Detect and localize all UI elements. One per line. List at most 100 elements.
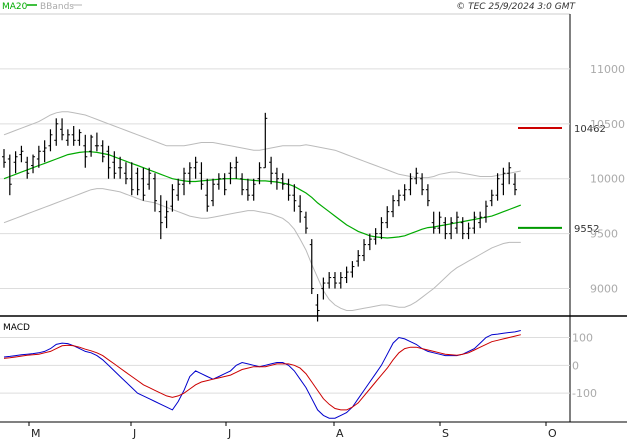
ohlc-bar [460, 217, 465, 240]
ohlc-bar [112, 151, 117, 179]
ohlc-bar [431, 211, 436, 234]
price-bars [2, 112, 517, 322]
ohlc-bar [298, 195, 303, 223]
ohlc-bar [396, 189, 401, 207]
ohlc-bar [245, 178, 250, 201]
ohlc-bar [31, 154, 36, 174]
x-tick-label: J [132, 427, 136, 440]
ohlc-bar [263, 112, 268, 169]
ohlc-bar [292, 184, 297, 212]
ohlc-bar [211, 178, 216, 207]
ohlc-bar [483, 200, 488, 223]
x-tick-label: O [548, 427, 557, 440]
ohlc-bar [222, 173, 227, 196]
ohlc-bar [466, 222, 471, 240]
ohlc-bar [332, 272, 337, 289]
ohlc-bar [65, 129, 70, 146]
ohlc-bar [234, 156, 239, 179]
ohlc-bar [216, 173, 221, 190]
ohlc-bar [280, 173, 285, 190]
credit-text: © TEC 25/9/2024 3:0 GMT [456, 2, 576, 12]
ohlc-bar [344, 266, 349, 284]
price-y-tick-label: 11000 [590, 63, 625, 76]
ohlc-bar [25, 156, 30, 179]
macd-title: MACD [3, 323, 30, 333]
ohlc-bar [77, 129, 82, 146]
ohlc-bar [94, 132, 99, 152]
ohlc-bar [54, 118, 59, 146]
signal-line [3, 334, 521, 411]
ohlc-bar [420, 173, 425, 196]
macd-lines [3, 330, 521, 419]
ohlc-bar [42, 140, 47, 163]
price-grid [0, 68, 570, 290]
price-y-tick-label: 9000 [590, 283, 618, 296]
ohlc-bar [338, 272, 343, 289]
ohlc-bar [193, 156, 198, 179]
ohlc-bar [2, 149, 6, 168]
ohlc-bar [443, 217, 448, 240]
ohlc-bar [391, 195, 396, 218]
ohlc-bar [176, 178, 181, 201]
legend-bbands: BBands [40, 2, 74, 12]
ohlc-bar [356, 250, 361, 267]
legend-ma20: MA20 [2, 2, 28, 12]
macd-y-axis: 100 0 -100 [572, 331, 597, 400]
chart-canvas: MA20 BBands © TEC 25/9/2024 3:0 GMT 1046… [0, 2, 627, 440]
ohlc-bar [199, 162, 204, 190]
ohlc-bar [240, 173, 245, 196]
ohlc-bar [402, 184, 407, 201]
ma20-line [3, 151, 522, 239]
ohlc-bar [135, 167, 140, 196]
macd-y-tick-label: 100 [572, 331, 593, 344]
ohlc-bar [89, 134, 94, 157]
ohlc-bar [513, 173, 517, 196]
x-axis: MJJASO [28, 422, 557, 440]
ohlc-bar [379, 217, 384, 240]
ohlc-bar [327, 272, 332, 289]
macd-grid [0, 336, 570, 394]
ohlc-bar [19, 145, 24, 163]
ohlc-bar [251, 178, 256, 201]
macd-y-tick-label: -100 [572, 387, 597, 400]
ohlc-bar [472, 211, 477, 234]
ohlc-bar [269, 156, 274, 185]
macd-y-tick-label: 0 [572, 359, 579, 372]
ohlc-bar [228, 162, 233, 185]
ohlc-bar [286, 178, 291, 201]
ohlc-bar [303, 211, 308, 234]
ohlc-bar [7, 154, 12, 196]
x-tick-label: J [227, 427, 231, 440]
macd-line [3, 330, 521, 419]
ohlc-bar [100, 140, 105, 163]
ohlc-bar [350, 261, 355, 278]
bollinger-bands [3, 111, 521, 311]
ohlc-bar [71, 126, 76, 146]
ohlc-bar [158, 195, 163, 240]
ohlc-bar [205, 178, 210, 212]
ohlc-bar [449, 217, 454, 240]
ohlc-bar [315, 294, 320, 322]
ohlc-bar [362, 239, 367, 262]
ohlc-bar [437, 211, 442, 234]
ohlc-bar [106, 145, 111, 179]
ohlc-bar [495, 173, 500, 201]
ohlc-bar [478, 211, 483, 229]
ohlc-bar [385, 206, 390, 229]
ohlc-bar [489, 189, 494, 207]
x-tick-label: A [336, 427, 344, 440]
ohlc-bar [425, 184, 430, 207]
ohlc-bar [13, 151, 18, 174]
x-tick-label: S [442, 427, 449, 440]
ohlc-bar [60, 118, 65, 141]
ohlc-bar [48, 129, 53, 152]
x-tick-label: M [31, 427, 41, 440]
ohlc-bar [501, 167, 506, 196]
bband-upper-line [3, 111, 521, 179]
ma20-path [3, 151, 522, 239]
price-y-tick-label: 9500 [590, 228, 618, 241]
ohlc-bar [170, 184, 175, 212]
ohlc-bar [141, 167, 146, 201]
ohlc-bar [123, 162, 128, 185]
ohlc-bar [164, 200, 169, 229]
